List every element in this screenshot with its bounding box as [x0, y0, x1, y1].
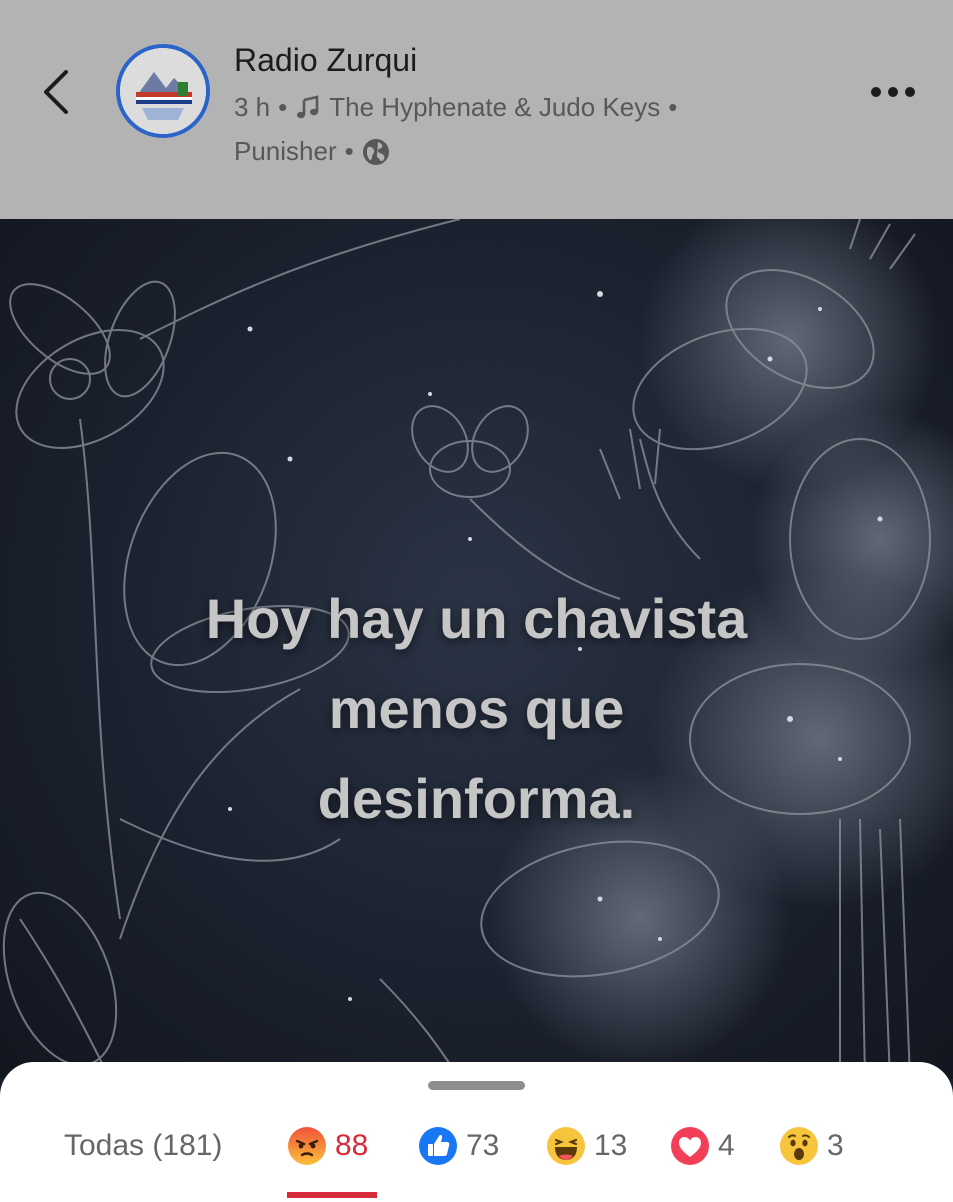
- post-time: 3 h: [234, 92, 271, 122]
- quote-line-1: Hoy hay un chavista: [205, 587, 748, 650]
- more-options-button[interactable]: [866, 76, 926, 108]
- globe-icon: [362, 138, 389, 165]
- tab-love[interactable]: 4: [670, 1120, 735, 1172]
- love-reaction-icon: [671, 1127, 709, 1165]
- song-title-link[interactable]: Punisher: [234, 136, 337, 167]
- post-header: Radio Zurqui 3 h • The Hyphenate & Judo …: [0, 0, 953, 219]
- tab-haha[interactable]: 13: [546, 1120, 627, 1172]
- avatar[interactable]: [116, 44, 210, 138]
- separator: •: [278, 92, 288, 122]
- separator: •: [668, 92, 678, 122]
- radio-zurqui-logo: [120, 48, 206, 134]
- tab-wow-count: 3: [827, 1129, 844, 1162]
- like-reaction-icon: [419, 1127, 457, 1165]
- angry-reaction-icon: [288, 1127, 326, 1165]
- wow-reaction-icon: [780, 1127, 818, 1165]
- chevron-left-icon: [44, 70, 68, 114]
- tab-angry[interactable]: 88: [287, 1120, 368, 1172]
- post-meta-line2: Punisher •: [234, 136, 390, 167]
- reactions-sheet: Todas (181) 88 73 13 4 3: [0, 1062, 953, 1202]
- haha-reaction-icon: [547, 1127, 585, 1165]
- tab-like[interactable]: 73: [418, 1120, 499, 1172]
- quote-line-2: menos que: [328, 677, 625, 740]
- back-button[interactable]: [36, 66, 80, 118]
- tab-angry-count: 88: [335, 1129, 369, 1162]
- active-tab-indicator: [287, 1192, 377, 1198]
- tab-like-count: 73: [466, 1129, 500, 1162]
- separator: •: [344, 136, 354, 166]
- quote-line-3: desinforma.: [317, 767, 636, 830]
- more-horizontal-icon: [871, 87, 915, 97]
- tab-haha-count: 13: [594, 1129, 628, 1162]
- post-quote-text: Hoy hay un chavista menos que desinforma…: [0, 574, 953, 844]
- tab-all-label: Todas (181): [64, 1129, 223, 1162]
- sheet-grabber[interactable]: [428, 1081, 525, 1090]
- post-image[interactable]: Hoy hay un chavista menos que desinforma…: [0, 219, 953, 1079]
- song-artist-link[interactable]: The Hyphenate & Judo Keys: [329, 92, 660, 123]
- tab-all-reactions[interactable]: Todas (181): [64, 1120, 222, 1172]
- reaction-tabs: Todas (181) 88 73 13 4 3: [0, 1120, 953, 1198]
- tab-wow[interactable]: 3: [779, 1120, 844, 1172]
- page-name[interactable]: Radio Zurqui: [234, 42, 417, 79]
- post-meta: 3 h • The Hyphenate & Judo Keys •: [234, 92, 677, 123]
- tab-love-count: 4: [718, 1129, 735, 1162]
- music-note-icon: [297, 94, 319, 118]
